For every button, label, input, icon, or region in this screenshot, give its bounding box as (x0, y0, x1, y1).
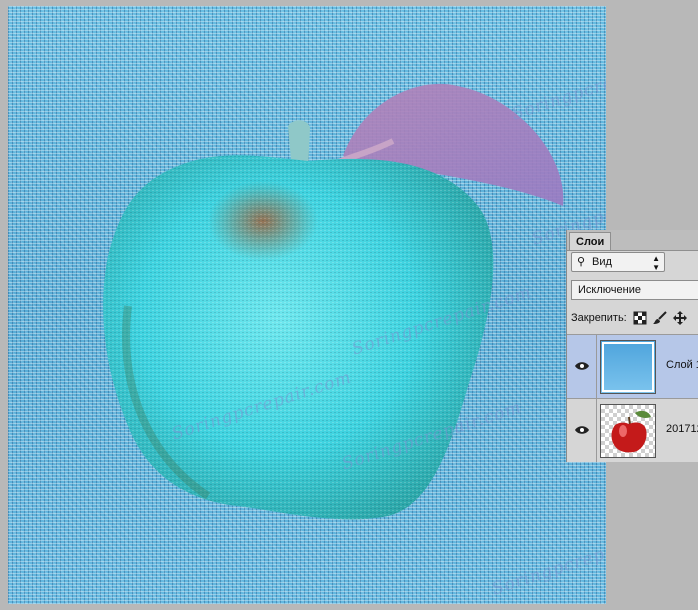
tab-layers[interactable]: Слои (569, 232, 612, 250)
layers-panel: Слои ⚲ Вид ▲ ▼ Исключение Закрепить: Сло… (566, 230, 698, 462)
move-icon[interactable] (673, 311, 687, 325)
document-canvas[interactable]: Soringpcrepair.com Soringpcrepair.com So… (8, 6, 606, 604)
lock-row: Закрепить: (571, 310, 698, 328)
visibility-toggle[interactable] (567, 335, 597, 398)
layer-row-2[interactable]: 201712_ (567, 398, 698, 462)
layer-thumbnail (600, 340, 656, 394)
blend-mode-select[interactable]: Исключение (571, 280, 698, 300)
layer-name[interactable]: Слой 1 (666, 359, 698, 371)
layer-filter-select[interactable]: ⚲ Вид ▲ ▼ (571, 252, 665, 272)
visibility-toggle[interactable] (567, 399, 597, 462)
filter-label: Вид (592, 256, 612, 268)
layer-thumbnail (600, 404, 656, 458)
brush-icon[interactable] (653, 311, 667, 325)
eye-icon (575, 426, 589, 434)
red-apple-thumbnail (611, 410, 651, 453)
eye-icon (575, 362, 589, 370)
lock-label: Закрепить: (571, 312, 627, 324)
checker-lock-icon[interactable] (633, 311, 647, 325)
search-icon: ⚲ (577, 256, 586, 268)
layer-row-1[interactable]: Слой 1 (567, 334, 698, 398)
panel-tab-bar: Слои (567, 230, 698, 251)
spinner-arrows-icon: ▲ ▼ (652, 254, 660, 272)
layer-name[interactable]: 201712_ (666, 423, 698, 435)
